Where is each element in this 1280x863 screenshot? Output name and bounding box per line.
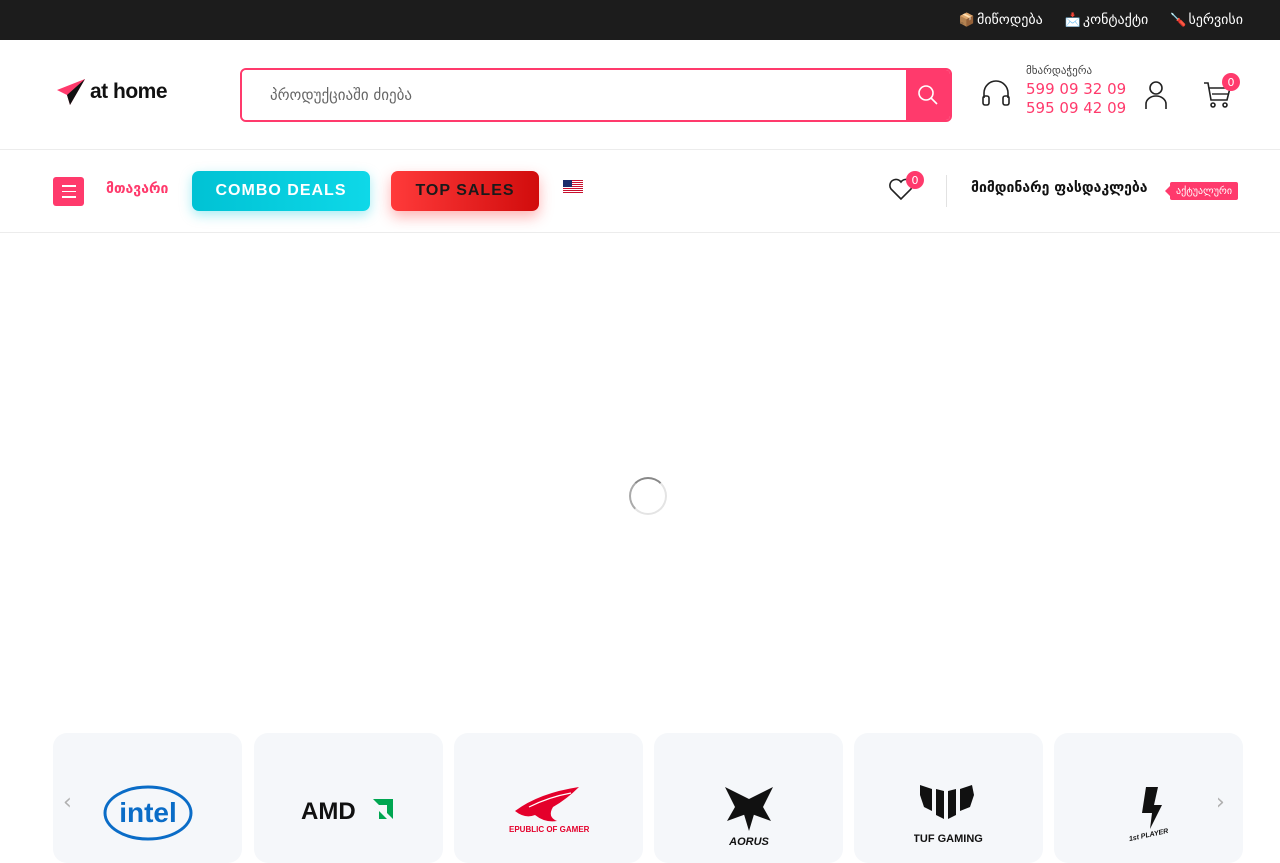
brand-card-rog[interactable]: REPUBLIC OF GAMERS xyxy=(454,733,643,863)
carousel-prev-arrow-icon[interactable]: ‹ xyxy=(63,790,72,815)
wishlist-count-badge: 0 xyxy=(906,171,924,189)
header: at home მხარდაჭერა 599 09 32 09 595 09 4… xyxy=(0,40,1280,150)
rog-logo-text: REPUBLIC OF GAMERS xyxy=(509,825,589,834)
1st-player-logo: 1st PLAYER xyxy=(1128,787,1169,843)
brand-card-tuf[interactable]: TUF GAMING xyxy=(854,733,1043,863)
search-bar xyxy=(240,68,952,122)
delivery-link[interactable]: 📦 მიწოდება xyxy=(959,12,1043,28)
combo-deals-button[interactable]: COMBO DEALS xyxy=(192,171,370,211)
amd-logo-text: AMD xyxy=(301,798,356,825)
logo[interactable]: at home xyxy=(56,78,168,106)
nav-home-link[interactable]: მთავარი xyxy=(106,181,168,197)
headset-icon xyxy=(982,80,1010,106)
aorus-logo-text: AORUS xyxy=(728,836,769,847)
tuf-logo: TUF GAMING xyxy=(914,785,983,845)
intel-logo-text: intel xyxy=(119,797,177,828)
brand-card-aorus[interactable]: AORUS xyxy=(654,733,843,863)
screwdriver-icon: 🪛 xyxy=(1170,12,1187,28)
wishlist-button[interactable]: 0 xyxy=(888,171,924,205)
hamburger-icon xyxy=(61,185,76,187)
rog-logo: REPUBLIC OF GAMERS xyxy=(509,787,589,834)
phone-1[interactable]: 599 09 32 09 xyxy=(1026,80,1126,99)
service-label: სერვისი xyxy=(1188,12,1243,28)
1st-player-logo-text: 1st PLAYER xyxy=(1128,828,1169,843)
package-icon: 📦 xyxy=(958,12,975,28)
search-button[interactable] xyxy=(906,70,950,120)
cart-count-badge: 0 xyxy=(1222,73,1240,91)
nav-divider xyxy=(946,175,947,207)
search-input[interactable] xyxy=(242,70,906,120)
phone-2[interactable]: 595 09 42 09 xyxy=(1026,99,1126,118)
support-label: მხარდაჭერა xyxy=(1026,64,1093,77)
loading-spinner xyxy=(629,477,667,515)
mailbox-icon: 📩 xyxy=(1064,12,1081,28)
contact-label: კონტაქტი xyxy=(1082,12,1149,28)
account-button[interactable] xyxy=(1143,80,1169,114)
main-nav: მთავარი COMBO DEALS TOP SALES 0 მიმდინარ… xyxy=(0,151,1280,233)
amd-logo: AMD xyxy=(301,798,393,825)
support-block: მხარდაჭერა 599 09 32 09 595 09 42 09 xyxy=(980,64,1126,118)
brand-card-amd[interactable]: AMD xyxy=(254,733,443,863)
brands-carousel: intel AMD REPUBLIC OF GAMERS AORUS TUF G… xyxy=(53,733,1243,863)
hamburger-line xyxy=(61,196,76,198)
logo-text: at home xyxy=(90,80,168,103)
top-links: 📦 მიწოდება 📩 კონტაქტი 🪛 სერვისი xyxy=(959,0,1243,40)
intel-logo: intel xyxy=(103,785,192,841)
delivery-label: მიწოდება xyxy=(977,12,1043,28)
cart-button[interactable]: 0 xyxy=(1203,73,1240,114)
support-text: მხარდაჭერა 599 09 32 09 595 09 42 09 xyxy=(1026,64,1126,118)
current-sales-tag: აქტუალური xyxy=(1164,182,1239,200)
service-link[interactable]: 🪛 სერვისი xyxy=(1170,12,1243,28)
us-flag-icon[interactable] xyxy=(563,180,583,193)
aorus-logo: AORUS xyxy=(724,787,773,847)
top-sales-button[interactable]: TOP SALES xyxy=(391,171,539,211)
categories-menu-button[interactable] xyxy=(53,177,84,206)
current-sales-link[interactable]: მიმდინარე ფასდაკლება xyxy=(971,180,1148,196)
hamburger-line xyxy=(61,190,76,193)
brand-card-1st-player[interactable]: 1st PLAYER xyxy=(1054,733,1243,863)
search-icon xyxy=(918,85,938,105)
logo-arrow-icon xyxy=(57,79,85,105)
contact-link[interactable]: 📩 კონტაქტი xyxy=(1065,12,1149,28)
user-icon xyxy=(1145,81,1167,109)
tuf-logo-text: TUF GAMING xyxy=(914,833,983,845)
top-bar: 📦 მიწოდება 📩 კონტაქტი 🪛 სერვისი xyxy=(0,0,1280,40)
brand-card-intel[interactable]: intel xyxy=(53,733,242,863)
carousel-next-arrow-icon[interactable]: › xyxy=(1216,790,1225,815)
